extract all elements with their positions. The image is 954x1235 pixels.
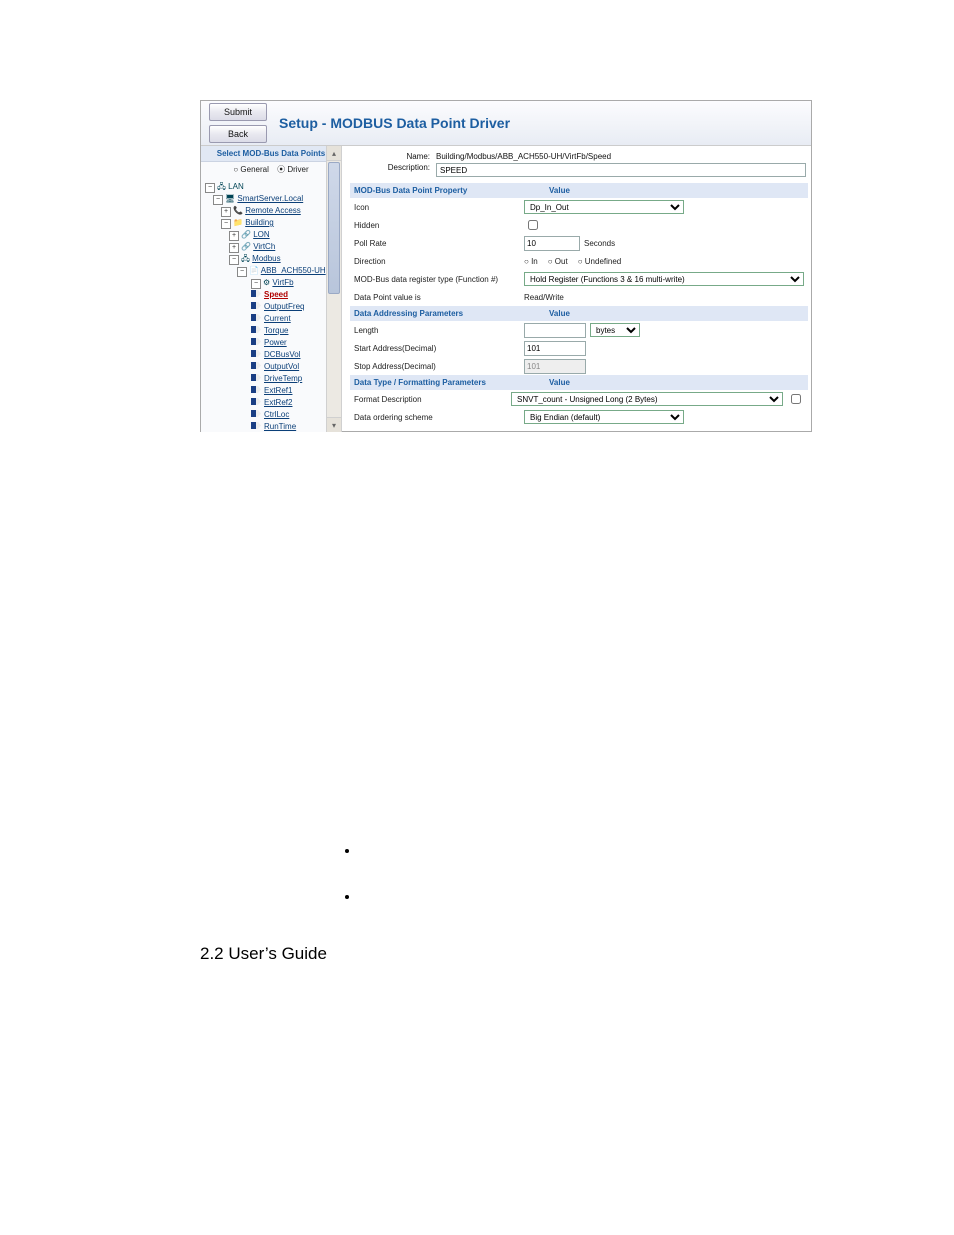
hidden-checkbox[interactable] (528, 220, 538, 230)
tree-building[interactable]: −📁 Building (205, 217, 341, 229)
length-unit-select[interactable]: bytes (590, 323, 640, 337)
format-checkbox[interactable] (791, 394, 801, 404)
dir-in-radio[interactable]: ○ In (524, 257, 538, 266)
radio-driver[interactable]: ⦿ Driver (277, 165, 309, 174)
row-start-address: Start Address(Decimal) (350, 339, 808, 357)
dir-undefined-radio[interactable]: ○ Undefined (578, 257, 622, 266)
format-select[interactable]: SNVT_count - Unsigned Long (2 Bytes) (511, 392, 783, 406)
tree-dp[interactable]: RunTime (205, 421, 341, 432)
scroll-up-icon[interactable]: ▴ (327, 146, 341, 161)
tree-virtfb[interactable]: −⚙ VirtFb (205, 277, 341, 289)
tree-dp-speed[interactable]: Speed (205, 289, 341, 301)
start-address-input[interactable] (524, 341, 586, 356)
row-data-ordering: Data ordering scheme Big Endian (default… (350, 408, 808, 426)
scroll-thumb[interactable] (328, 162, 340, 294)
register-type-select[interactable]: Hold Register (Functions 3 & 16 multi-wr… (524, 272, 804, 286)
row-length: Length bytes (350, 321, 808, 339)
tree-dp[interactable]: Torque (205, 325, 341, 337)
tree-lan[interactable]: −🖧 LAN (205, 181, 341, 193)
tree-remote-access[interactable]: +📞 Remote Access (205, 205, 341, 217)
row-format-description: Format Description SNVT_count - Unsigned… (350, 390, 808, 408)
app-window: Submit Back Setup - MODBUS Data Point Dr… (200, 100, 812, 432)
row-icon: Icon Dp_In_Out (350, 198, 808, 216)
section-modbus-property: MOD-Bus Data Point Property Value (350, 183, 808, 198)
tree-dp[interactable]: Current (205, 313, 341, 325)
tree-smartserver[interactable]: −🖥 SmartServer.Local (205, 193, 341, 205)
stop-address-input (524, 359, 586, 374)
tree-virtch[interactable]: +🔗 VirtCh (205, 241, 341, 253)
icon-select[interactable]: Dp_In_Out (524, 200, 684, 214)
tree-device[interactable]: −📄 ABB_ACH550-UH (205, 265, 341, 277)
leftnav-header: Select MOD-Bus Data Points (201, 146, 341, 162)
page-title: Setup - MODBUS Data Point Driver (279, 115, 510, 131)
view-mode-radios: ○ General ⦿ Driver (201, 162, 341, 179)
length-input[interactable] (524, 323, 586, 338)
submit-button[interactable]: Submit (209, 103, 267, 121)
tree-dp[interactable]: DCBusVol (205, 349, 341, 361)
radio-general[interactable]: ○ General (233, 165, 269, 174)
name-label: Name: (350, 152, 436, 161)
tree-dp[interactable]: Power (205, 337, 341, 349)
name-value: Building/Modbus/ABB_ACH550-UH/VirtFb/Spe… (436, 152, 611, 161)
tree-lon[interactable]: +🔗 LON (205, 229, 341, 241)
scrollbar[interactable]: ▴ ▾ (326, 146, 341, 432)
description-label: Description: (350, 163, 436, 177)
row-direction: Direction ○ In ○ Out ○ Undefined (350, 252, 808, 270)
dp-value-is: Read/Write (524, 293, 804, 302)
row-hidden: Hidden (350, 216, 808, 234)
pollrate-input[interactable] (524, 236, 580, 251)
data-ordering-select[interactable]: Big Endian (default) (524, 410, 684, 424)
tree-dp[interactable]: ExtRef2 (205, 397, 341, 409)
row-dp-value-is: Data Point value is Read/Write (350, 288, 808, 306)
tree-dp[interactable]: OutputVol (205, 361, 341, 373)
tree-dp[interactable]: DriveTemp (205, 373, 341, 385)
left-nav: Select MOD-Bus Data Points ○ General ⦿ D… (201, 146, 342, 432)
section-data-type: Data Type / Formatting Parameters Value (350, 375, 808, 390)
row-register-type: MOD-Bus data register type (Function #) … (350, 270, 808, 288)
dir-out-radio[interactable]: ○ Out (548, 257, 568, 266)
tree-dp[interactable]: ExtRef1 (205, 385, 341, 397)
document-footer: 2.2 User’s Guide (200, 944, 784, 964)
nav-tree: −🖧 LAN −🖥 SmartServer.Local +📞 Remote Ac… (201, 179, 341, 432)
section-data-addressing: Data Addressing Parameters Value (350, 306, 808, 321)
row-pollrate: Poll Rate Seconds (350, 234, 808, 252)
row-stop-address: Stop Address(Decimal) (350, 357, 808, 375)
tree-dp[interactable]: OutputFreq (205, 301, 341, 313)
description-input[interactable] (436, 163, 806, 177)
bullet-placeholder (360, 842, 810, 858)
back-button[interactable]: Back (209, 125, 267, 143)
tree-modbus[interactable]: −🖧 Modbus (205, 253, 341, 265)
tree-dp[interactable]: CtrlLoc (205, 409, 341, 421)
scroll-down-icon[interactable]: ▾ (327, 417, 341, 432)
main-panel: Name: Building/Modbus/ABB_ACH550-UH/Virt… (342, 146, 811, 432)
document-body-text (200, 842, 810, 904)
title-bar: Submit Back Setup - MODBUS Data Point Dr… (201, 101, 811, 146)
bullet-placeholder (360, 888, 810, 904)
pollrate-unit: Seconds (584, 239, 615, 248)
